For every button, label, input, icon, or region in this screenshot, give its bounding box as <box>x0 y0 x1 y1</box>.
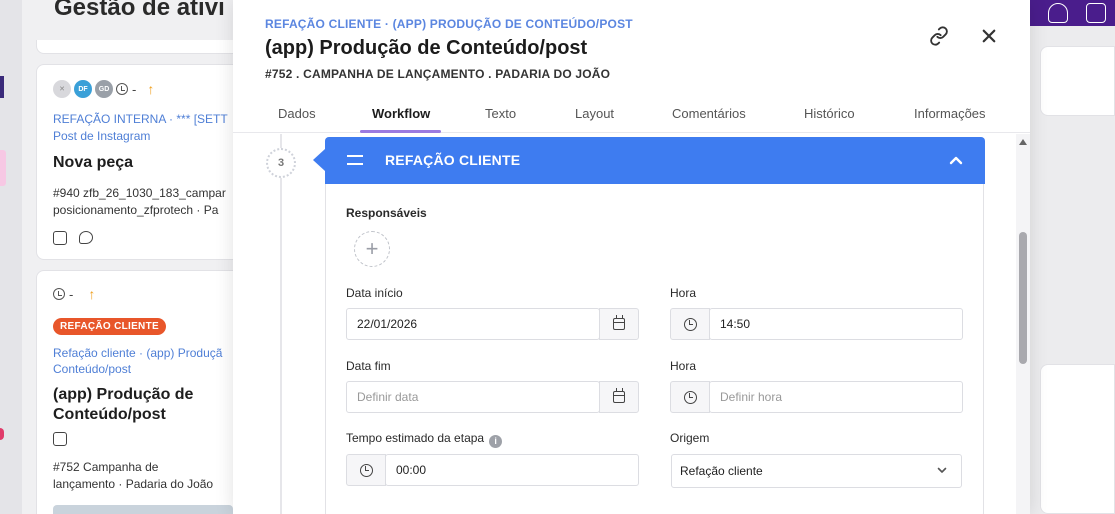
hora-fim-input[interactable]: Definir hora <box>709 381 963 413</box>
comment-icon <box>79 231 93 244</box>
time-picker-button[interactable] <box>670 381 710 413</box>
card-meta: ✕ DF GD - ↑ <box>53 80 154 98</box>
data-inicio-label: Data início <box>346 286 403 300</box>
scroll-up-arrow-icon[interactable] <box>1019 139 1027 145</box>
tab-comentarios[interactable]: Comentários <box>672 106 746 121</box>
modal-title: (app) Produção de Conteúdo/post <box>265 37 588 59</box>
scrollbar-thumb[interactable] <box>1019 232 1027 364</box>
add-responsible-button[interactable]: + <box>354 231 390 267</box>
responsaveis-label: Responsáveis <box>346 206 427 220</box>
right-card <box>1040 364 1115 514</box>
status-badge: REFAÇÃO CLIENTE <box>53 318 166 335</box>
clock-icon <box>53 288 65 300</box>
card-description: #940 zfb_26_1030_183_campar <box>53 186 226 200</box>
plus-icon: + <box>365 236 379 261</box>
left-sidebar <box>0 0 22 514</box>
tab-layout[interactable]: Layout <box>575 106 614 121</box>
stage-pointer <box>313 149 325 171</box>
tempo-estimado-label: Tempo estimado da etapa <box>346 431 485 445</box>
modal-subtitle: #752 . CAMPANHA DE LANÇAMENTO . PADARIA … <box>265 67 611 81</box>
top-right-toolbar <box>1030 0 1115 26</box>
stage-card: REFAÇÃO CLIENTE Responsáveis + Data iníc… <box>313 137 985 514</box>
right-card <box>1040 46 1115 116</box>
sidebar-highlight <box>0 150 6 186</box>
task-detail-modal: REFAÇÃO CLIENTE · (APP) PRODUÇÃO DE CONT… <box>233 0 1030 514</box>
card-title: Nova peça <box>53 154 134 171</box>
data-fim-label: Data fim <box>346 359 391 373</box>
task-card[interactable]: ✕ DF GD - ↑ REFAÇÃO INTERNA · *** [SETT … <box>36 64 246 260</box>
scrollbar[interactable] <box>1016 134 1030 514</box>
tab-historico[interactable]: Histórico <box>804 106 855 121</box>
avatar: DF <box>74 80 92 98</box>
data-inicio-input[interactable]: 22/01/2026 <box>346 308 600 340</box>
origem-select[interactable]: Refação cliente <box>671 454 962 488</box>
clock-icon <box>683 390 697 404</box>
card-breadcrumb: REFAÇÃO INTERNA · *** [SETT <box>53 112 228 126</box>
active-tab-indicator <box>360 130 441 133</box>
date-picker-button[interactable] <box>599 308 639 340</box>
timeline-line <box>280 134 282 514</box>
chevron-down-icon <box>937 467 947 473</box>
origem-selected-value: Refação cliente <box>680 464 763 478</box>
card-description: lançamento · Padaria do João <box>53 477 214 491</box>
close-button[interactable] <box>977 24 1001 48</box>
notification-dot <box>0 428 4 440</box>
page-title: Gestão de ativi <box>54 0 225 21</box>
priority-up-icon: ↑ <box>147 81 155 97</box>
card-breadcrumb: Conteúdo/post <box>53 362 132 376</box>
calendar-icon <box>613 315 625 330</box>
card-above <box>36 40 246 54</box>
card-title: (app) Produção de <box>53 386 194 403</box>
tab-texto[interactable]: Texto <box>485 106 516 121</box>
users-icon[interactable] <box>1048 3 1068 23</box>
tab-bar: Dados Workflow Texto Layout Comentários … <box>233 96 1030 133</box>
modal-breadcrumb[interactable]: REFAÇÃO CLIENTE · (APP) PRODUÇÃO DE CONT… <box>265 17 633 31</box>
data-fim-input[interactable]: Definir data <box>346 381 600 413</box>
step-number: 3 <box>266 148 296 178</box>
tab-informacoes[interactable]: Informações <box>914 106 986 121</box>
drag-handle-icon[interactable] <box>347 155 363 165</box>
collapse-button[interactable] <box>947 151 965 169</box>
info-icon[interactable]: i <box>489 435 503 448</box>
priority-up-icon: ↑ <box>88 286 96 302</box>
clock-icon <box>116 83 128 95</box>
card-description: posicionamento_zfprotech · Pa <box>53 203 219 217</box>
origem-label: Origem <box>670 431 710 445</box>
tempo-estimado-input[interactable]: 00:00 <box>385 454 639 486</box>
tab-dados[interactable]: Dados <box>278 106 316 121</box>
chevron-up-icon <box>949 156 963 165</box>
task-card[interactable]: - ↑ REFAÇÃO CLIENTE Refação cliente · (a… <box>36 270 246 514</box>
tab-workflow[interactable]: Workflow <box>372 106 430 121</box>
time-picker-button[interactable] <box>670 308 710 340</box>
card-thumbnail <box>53 505 233 514</box>
copy-link-button[interactable] <box>927 24 951 48</box>
clock-icon <box>359 463 373 477</box>
card-breadcrumb: Refação cliente · (app) Produçã <box>53 346 223 360</box>
instagram-icon <box>53 432 67 446</box>
hora-inicio-label: Hora <box>670 286 697 300</box>
sidebar-active-marker <box>0 76 4 98</box>
hora-fim-label: Hora <box>670 359 697 373</box>
close-icon <box>982 29 996 43</box>
avatar: GD <box>95 80 113 98</box>
card-breadcrumb: Post de Instagram <box>53 129 151 143</box>
link-icon <box>930 26 948 46</box>
calendar-icon <box>613 388 625 403</box>
layout-icon[interactable] <box>1086 3 1106 23</box>
workflow-panel: 3 REFAÇÃO CLIENTE Responsáveis + Data in… <box>233 134 1030 514</box>
date-picker-button[interactable] <box>599 381 639 413</box>
card-description: #752 Campanha de <box>53 460 159 474</box>
card-title: Conteúdo/post <box>53 406 166 423</box>
stage-header[interactable]: REFAÇÃO CLIENTE <box>313 137 985 184</box>
duration-icon-addon[interactable] <box>346 454 386 486</box>
clock-icon <box>683 317 697 331</box>
image-icon <box>53 231 67 245</box>
stage-title: REFAÇÃO CLIENTE <box>385 152 521 168</box>
hora-inicio-input[interactable]: 14:50 <box>709 308 963 340</box>
avatar-placeholder: ✕ <box>53 80 71 98</box>
